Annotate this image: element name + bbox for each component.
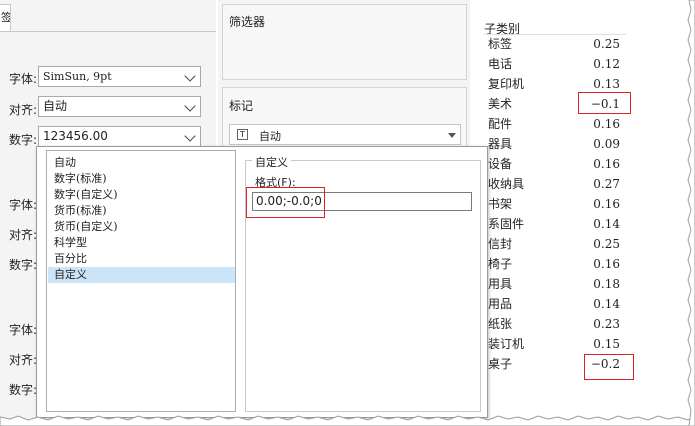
- row-subcategory: 收纳具: [488, 177, 525, 191]
- table-row[interactable]: 椅子 0.16: [484, 254, 626, 274]
- right-edge: [687, 0, 695, 426]
- table-row[interactable]: 装订机 0.15: [484, 334, 626, 354]
- table-row[interactable]: 复印机 0.13: [484, 74, 626, 94]
- row-value: 0.16: [593, 157, 620, 171]
- chevron-down-icon: [184, 70, 196, 82]
- row-value: 0.14: [593, 297, 620, 311]
- row-subcategory: 桌子: [488, 357, 513, 371]
- row-value: 0.16: [593, 197, 620, 211]
- table-row[interactable]: 标签 0.25: [484, 34, 626, 54]
- font-label-2: 字体:: [9, 198, 38, 212]
- marks-card: 标记 T 自动: [222, 87, 467, 151]
- table-row[interactable]: 器具 0.09: [484, 134, 626, 154]
- format-category-list: 自动 数字(标准) 数字(自定义) 货币(标准) 货币(自定义) 科学型 百分比 自定义: [46, 150, 236, 412]
- highlight-box-format: [246, 187, 325, 218]
- row-value: 0.09: [593, 137, 620, 151]
- format-category-item[interactable]: 科学型: [54, 235, 234, 251]
- row-subcategory: 用品: [488, 297, 513, 311]
- row-subcategory: 书架: [488, 197, 513, 211]
- table-row[interactable]: 系固件 0.14: [484, 214, 626, 234]
- format-category-item[interactable]: 数字(标准): [54, 171, 234, 187]
- row-value: 0.16: [593, 257, 620, 271]
- highlight-box-art: [578, 92, 631, 114]
- format-category-item[interactable]: 自动: [54, 155, 234, 171]
- table-row[interactable]: 书架 0.16: [484, 194, 626, 214]
- chevron-down-icon: [184, 130, 196, 142]
- number-combo-value: 123456.00: [43, 129, 108, 143]
- format-category-item[interactable]: 数字(自定义): [54, 187, 234, 203]
- row-value: 0.25: [593, 37, 620, 51]
- alignment-label: 对齐:: [9, 103, 38, 117]
- row-subcategory: 美术: [488, 97, 513, 111]
- row-value: 0.14: [593, 217, 620, 231]
- row-subcategory: 电话: [488, 57, 513, 71]
- number-label: 数字:: [9, 133, 38, 147]
- font-combo[interactable]: SimSun, 9pt: [38, 66, 201, 87]
- mark-type-label: 自动: [259, 130, 281, 143]
- row-subcategory: 配件: [488, 117, 513, 131]
- table-row[interactable]: 收纳具 0.27: [484, 174, 626, 194]
- table-row[interactable]: 设备 0.16: [484, 154, 626, 174]
- tab-divider: [0, 31, 216, 32]
- row-subcategory: 系固件: [488, 217, 525, 231]
- row-subcategory: 标签: [488, 37, 513, 51]
- row-subcategory: 椅子: [488, 257, 513, 271]
- filters-card[interactable]: 筛选器: [222, 4, 467, 80]
- row-value: 0.25: [593, 237, 620, 251]
- font-label-3: 字体:: [9, 323, 38, 337]
- format-category-item[interactable]: 货币(标准): [54, 203, 234, 219]
- row-value: 0.12: [593, 57, 620, 71]
- table-row[interactable]: 配件 0.16: [484, 114, 626, 134]
- filters-title: 筛选器: [229, 15, 266, 29]
- format-category-item[interactable]: 百分比: [54, 251, 234, 267]
- row-subcategory: 纸张: [488, 317, 513, 331]
- row-subcategory: 器具: [488, 137, 513, 151]
- row-subcategory: 复印机: [488, 77, 525, 91]
- alignment-label-2: 对齐:: [9, 228, 38, 242]
- row-value: 0.15: [593, 337, 620, 351]
- row-subcategory: 信封: [488, 237, 513, 251]
- font-combo-value: SimSun, 9pt: [43, 70, 112, 83]
- number-label-2: 数字:: [9, 258, 38, 272]
- row-value: 0.16: [593, 117, 620, 131]
- format-pane-tab-label: 签: [1, 11, 11, 24]
- format-category-item[interactable]: 货币(自定义): [54, 219, 234, 235]
- marks-title: 标记: [229, 99, 254, 113]
- number-label-3: 数字:: [9, 383, 38, 397]
- text-mark-icon: T: [237, 129, 248, 140]
- row-subcategory: 装订机: [488, 337, 525, 351]
- row-subcategory: 设备: [488, 157, 513, 171]
- table-row[interactable]: 信封 0.25: [484, 234, 626, 254]
- table-row[interactable]: 用品 0.14: [484, 294, 626, 314]
- row-subcategory: 用具: [488, 277, 513, 291]
- alignment-label-3: 对齐:: [9, 353, 38, 367]
- row-value: 0.27: [593, 177, 620, 191]
- font-label: 字体:: [9, 72, 38, 86]
- chevron-down-icon: [184, 100, 196, 112]
- custom-group-title: 自定义: [252, 154, 291, 170]
- table-row[interactable]: 电话 0.12: [484, 54, 626, 74]
- mark-type-dropdown[interactable]: T 自动: [229, 124, 461, 145]
- format-category-item[interactable]: 自定义: [48, 267, 235, 283]
- number-combo[interactable]: 123456.00: [38, 126, 201, 147]
- torn-edge: [0, 415, 695, 426]
- format-pane-tab[interactable]: 签: [0, 4, 11, 32]
- highlight-box-table: [584, 354, 634, 380]
- alignment-combo-value: 自动: [43, 99, 68, 113]
- table-row[interactable]: 用具 0.18: [484, 274, 626, 294]
- dropdown-arrow-icon: [448, 133, 456, 138]
- row-value: 0.13: [593, 77, 620, 91]
- table-row[interactable]: 纸张 0.23: [484, 314, 626, 334]
- alignment-combo[interactable]: 自动: [38, 96, 201, 117]
- row-value: 0.18: [593, 277, 620, 291]
- row-value: 0.23: [593, 317, 620, 331]
